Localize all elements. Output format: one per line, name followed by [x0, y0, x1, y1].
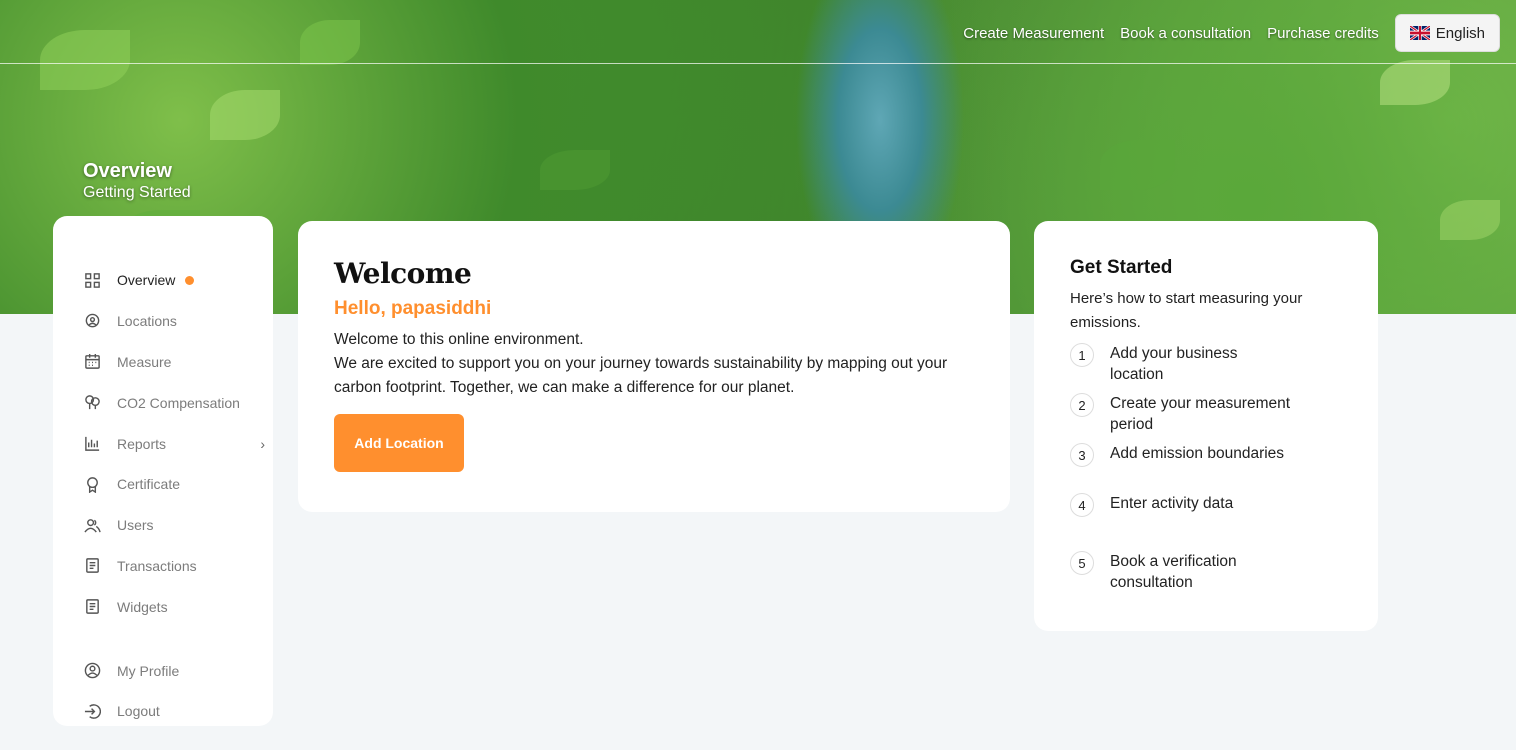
step-text: Add emission boundaries: [1110, 445, 1285, 462]
step-number: 2: [1070, 393, 1094, 417]
location-pin-icon: [83, 312, 101, 330]
header-divider: [0, 63, 1516, 64]
add-location-button[interactable]: Add Location: [334, 414, 464, 472]
sidebar-item-transactions[interactable]: Transactions: [53, 546, 273, 587]
grid-icon: [83, 271, 101, 289]
welcome-title: Welcome: [334, 257, 472, 290]
sidebar-item-label: Logout: [117, 703, 160, 720]
receipt-icon: [83, 598, 101, 616]
welcome-card: Welcome Hello, papasiddhi Welcome to thi…: [298, 221, 1010, 512]
sidebar-item-label: Widgets: [117, 598, 168, 615]
welcome-line-1: Welcome to this online environment.: [334, 331, 584, 348]
welcome-text: Welcome to this online environment. We a…: [334, 328, 974, 400]
uk-flag-icon: [1409, 24, 1431, 42]
step-item: 2 Create your measurement period: [1070, 393, 1342, 435]
book-consultation-link[interactable]: Book a consultation: [1120, 25, 1251, 42]
sidebar-item-certificate[interactable]: Certificate: [53, 464, 273, 505]
sidebar-item-label: Certificate: [117, 476, 181, 493]
step-text: Book a verification consultation: [1110, 553, 1237, 591]
welcome-line-2: We are excited to support you on your jo…: [334, 355, 948, 396]
top-navigation: Create Measurement Book a consultation P…: [963, 14, 1500, 52]
step-text: Enter activity data: [1110, 495, 1234, 512]
sidebar-item-label: Users: [117, 517, 154, 534]
sidebar-item-measure[interactable]: Measure: [53, 342, 273, 383]
get-started-title: Get Started: [1070, 257, 1173, 278]
create-measurement-link[interactable]: Create Measurement: [963, 25, 1104, 42]
language-selector[interactable]: English: [1394, 14, 1500, 52]
step-number: 4: [1070, 493, 1094, 517]
page-subtitle: Getting Started: [83, 184, 191, 201]
step-item: 4 Enter activity data: [1070, 493, 1342, 543]
greeting: Hello, papasiddhi: [334, 298, 492, 319]
page-heading: Overview Getting Started: [83, 159, 191, 203]
logout-icon: [83, 702, 101, 720]
step-number: 5: [1070, 551, 1094, 575]
purchase-credits-link[interactable]: Purchase credits: [1267, 25, 1379, 42]
chevron-right-icon: ›: [260, 436, 265, 453]
sidebar-item-overview[interactable]: Overview: [53, 260, 273, 301]
step-number: 1: [1070, 343, 1094, 367]
award-icon: [83, 475, 101, 493]
sidebar-item-locations[interactable]: Locations: [53, 301, 273, 342]
sidebar-item-widgets[interactable]: Widgets: [53, 586, 273, 627]
step-item: 3 Add emission boundaries: [1070, 443, 1342, 485]
users-icon: [83, 516, 101, 534]
active-indicator-dot: [185, 275, 195, 285]
sidebar-item-label: Overview: [117, 272, 176, 289]
page-title: Overview: [83, 160, 172, 182]
sidebar-item-label: CO2 Compensation: [117, 394, 240, 411]
step-item: 5 Book a verification consultation: [1070, 551, 1342, 593]
receipt-icon: [83, 557, 101, 575]
sidebar-item-users[interactable]: Users: [53, 505, 273, 546]
sidebar-item-label: Reports: [117, 435, 167, 452]
sidebar-item-logout[interactable]: Logout: [53, 691, 273, 732]
bar-chart-icon: [83, 435, 101, 453]
calendar-icon: [83, 353, 101, 371]
sidebar-item-co2-compensation[interactable]: CO2 Compensation: [53, 382, 273, 423]
sidebar-item-label: Measure: [117, 353, 172, 370]
sidebar: Overview Locations Measure CO2 Compensat…: [53, 216, 273, 726]
sidebar-item-label: Locations: [117, 313, 177, 330]
step-number: 3: [1070, 443, 1094, 467]
sidebar-item-reports[interactable]: Reports ›: [53, 423, 273, 464]
language-label: English: [1435, 24, 1485, 42]
sidebar-item-my-profile[interactable]: My Profile: [53, 650, 273, 691]
sidebar-item-label: Transactions: [117, 557, 197, 574]
step-item: 1 Add your business location: [1070, 343, 1342, 385]
get-started-intro: Here’s how to start measuring your emiss…: [1070, 290, 1303, 331]
sidebar-item-label: My Profile: [117, 662, 180, 679]
step-text: Add your business location: [1110, 345, 1238, 383]
trees-icon: [83, 394, 101, 412]
step-text: Create your measurement period: [1110, 395, 1291, 433]
user-circle-icon: [83, 662, 101, 680]
get-started-card: Get Started Here’s how to start measurin…: [1034, 221, 1378, 631]
